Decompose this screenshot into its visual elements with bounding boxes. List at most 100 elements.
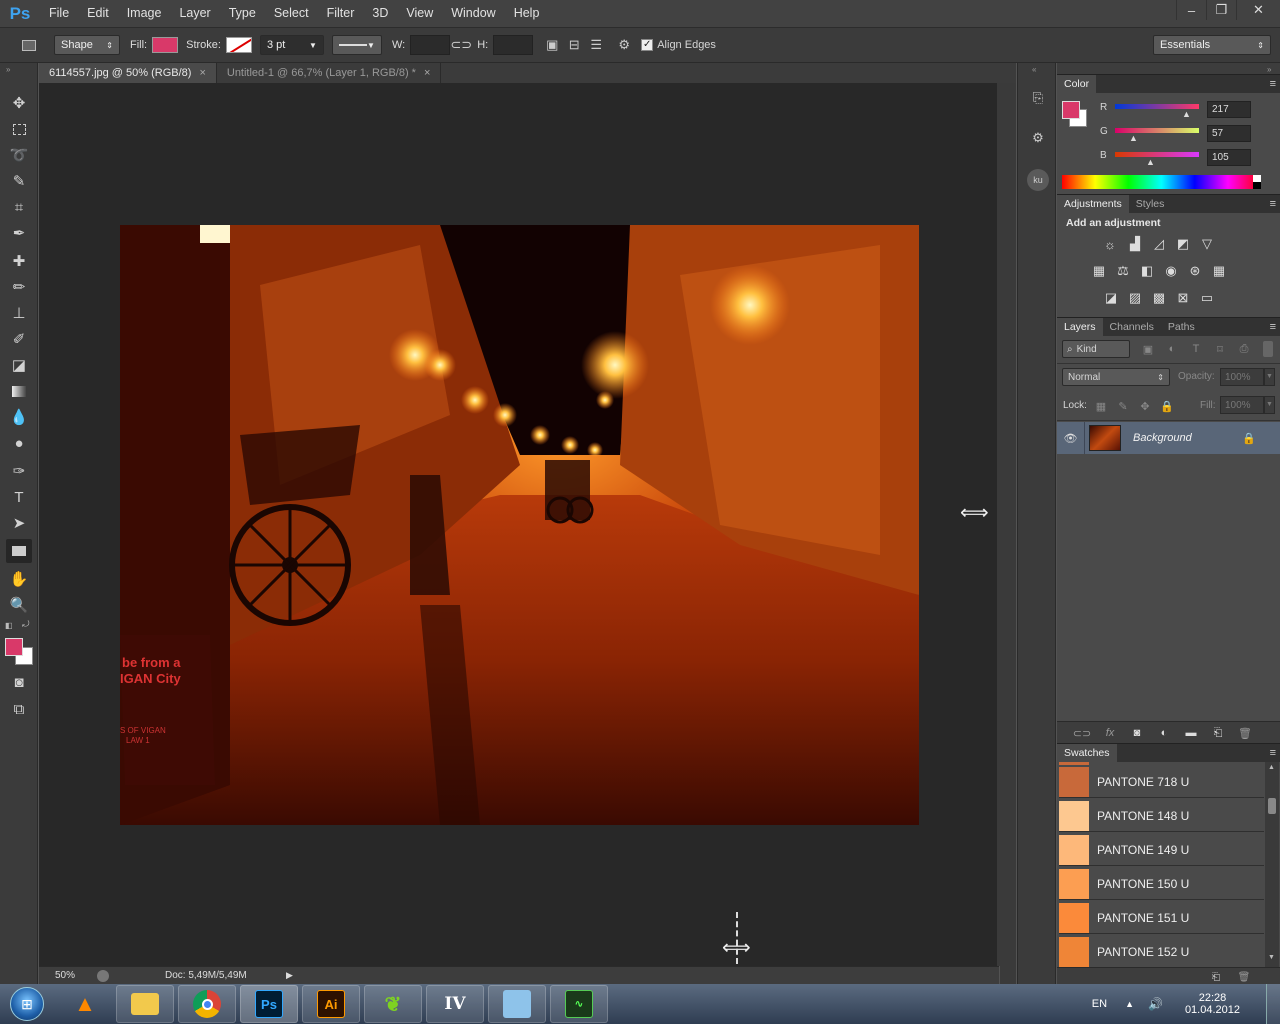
properties-icon[interactable]: ⚙ [1027,127,1049,149]
trash-icon[interactable]: 🗑 [1235,969,1253,985]
posterize-icon[interactable]: ▨ [1126,290,1144,306]
quick-selection-tool-icon[interactable]: ✎ [6,169,32,193]
start-button[interactable]: ⊞ [0,984,54,1024]
workspace-select[interactable]: Essentials ⇕ [1153,35,1271,55]
taskbar-task-manager[interactable]: ∿ [550,985,608,1023]
scroll-up-icon[interactable]: ▲ [1268,764,1275,771]
scrollbar-thumb[interactable] [1268,798,1276,814]
color-balance-icon[interactable]: ⚖ [1114,263,1132,279]
taskbar-app-green[interactable]: ❦ [364,985,422,1023]
scroll-down-icon[interactable]: ▼ [1268,954,1275,961]
tab-channels[interactable]: Channels [1103,318,1161,336]
menu-layer[interactable]: Layer [170,0,219,27]
tab-paths[interactable]: Paths [1161,318,1202,336]
document-image[interactable]: be from a IGAN City S OF VIGAN LAW 1 [120,225,919,825]
crop-tool-icon[interactable]: ⌗ [6,195,32,219]
menu-view[interactable]: View [397,0,442,27]
type-tool-icon[interactable]: T [6,485,32,509]
eye-icon[interactable]: 👁 [1057,422,1085,454]
filter-type-icon[interactable]: T [1187,341,1205,357]
lock-position-icon[interactable]: ✥ [1136,398,1154,414]
filter-shape-icon[interactable]: ⌑ [1211,341,1229,357]
dropdown-arrow-icon[interactable]: ▼ [1264,396,1275,414]
height-input[interactable] [493,35,534,55]
taskbar-explorer[interactable] [116,985,174,1023]
clock[interactable]: 22:28 01.04.2012 [1185,992,1240,1016]
path-arrangement-icon[interactable]: ☰ [585,34,607,56]
menu-select[interactable]: Select [265,0,318,27]
fx-icon[interactable]: fx [1101,725,1119,741]
new-layer-icon[interactable]: ⎗ [1209,725,1227,741]
link-layers-icon[interactable]: ⊂⊃ [1073,725,1091,741]
hue-saturation-icon[interactable]: ▦ [1090,263,1108,279]
rectangle-tool-icon[interactable] [6,539,32,563]
tab-styles[interactable]: Styles [1129,195,1172,213]
show-desktop-button[interactable] [1266,984,1280,1024]
blue-slider-handle[interactable]: ▲ [1146,157,1155,167]
swatch-row[interactable]: PANTONE 149 U [1059,834,1264,866]
gradient-map-icon[interactable]: ▭ [1198,290,1216,306]
lasso-tool-icon[interactable]: ➰ [6,143,32,167]
taskbar-control-panel[interactable] [488,985,546,1023]
menu-window[interactable]: Window [442,0,504,27]
kuler-icon[interactable]: ku [1027,169,1049,191]
blue-slider[interactable] [1115,152,1199,157]
path-alignment-icon[interactable]: ⊟ [563,34,585,56]
filter-pixel-icon[interactable]: ▣ [1139,341,1157,357]
red-slider-handle[interactable]: ▲ [1182,109,1191,119]
add-mask-icon[interactable]: ◙ [1128,725,1146,741]
history-icon[interactable]: ⎘ [1027,87,1049,109]
eyedropper-tool-icon[interactable]: ✒ [6,221,32,245]
tab-adjustments[interactable]: Adjustments [1057,195,1129,213]
selective-color-icon[interactable]: ⊠ [1174,290,1192,306]
marquee-tool-icon[interactable] [6,117,32,141]
collapse-icon[interactable]: » [6,65,10,74]
color-lookup-icon[interactable]: ▦ [1210,263,1228,279]
align-edges-toggle[interactable]: ✓ Align Edges [641,39,716,51]
blend-mode-select[interactable]: Normal ⇕ [1062,368,1170,386]
new-adjustment-icon[interactable]: ◐ [1155,725,1173,741]
taskbar-irfanview[interactable]: IV [426,985,484,1023]
default-colors-icon[interactable]: ◧ [5,621,13,630]
tab-layers[interactable]: Layers [1057,318,1103,336]
link-icon[interactable]: ⊂⊃ [450,34,472,56]
green-slider-handle[interactable]: ▲ [1129,133,1138,143]
tab-swatches[interactable]: Swatches [1057,744,1117,762]
lock-image-icon[interactable]: ✎ [1114,398,1132,414]
filter-smart-object-icon[interactable]: ⎙ [1235,341,1253,357]
history-brush-tool-icon[interactable]: ✐ [6,327,32,351]
stroke-type-select[interactable]: ▼ [331,35,382,55]
swap-colors-icon[interactable]: ⤾ [22,619,30,630]
green-value-input[interactable]: 57 [1207,125,1251,142]
pen-tool-icon[interactable]: ✑ [6,459,32,483]
red-value-input[interactable]: 217 [1207,101,1251,118]
layer-filter-select[interactable]: ⌕ Kind [1062,340,1130,358]
menu-filter[interactable]: Filter [318,0,364,27]
taskbar-illustrator[interactable]: Ai [302,985,360,1023]
screen-mode-icon[interactable]: ⧉ [6,697,32,721]
channel-mixer-icon[interactable]: ⊛ [1186,263,1204,279]
volume-icon[interactable]: 🔊 [1148,997,1163,1011]
align-edges-checkbox[interactable]: ✓ [641,39,654,51]
menu-edit[interactable]: Edit [78,0,118,27]
filter-toggle[interactable] [1263,341,1273,357]
foreground-color-chip[interactable] [1062,101,1080,119]
vibrance-icon[interactable]: ▽ [1198,236,1216,252]
menu-image[interactable]: Image [118,0,171,27]
invert-icon[interactable]: ◪ [1102,290,1120,306]
new-swatch-icon[interactable]: ⎗ [1207,969,1225,985]
fill-color-swatch[interactable] [152,37,179,53]
filter-adjustment-icon[interactable]: ◐ [1163,341,1181,357]
swatch-row[interactable]: PANTONE 151 U [1059,902,1264,934]
path-operations-icon[interactable]: ▣ [541,34,563,56]
panel-menu-icon[interactable]: ≡ [1270,198,1276,210]
brightness-contrast-icon[interactable]: ☼ [1101,236,1119,252]
gradient-tool-icon[interactable] [6,379,32,403]
zoom-level[interactable]: 50% [55,970,95,981]
lock-transparent-icon[interactable]: ▦ [1092,398,1110,414]
black-white-icon[interactable]: ◧ [1138,263,1156,279]
restore-button[interactable]: ❐ [1206,0,1236,20]
swatch-row[interactable]: PANTONE 152 U [1059,936,1264,968]
collapse-panels-icon[interactable]: » [1267,65,1271,74]
close-tab-icon[interactable]: × [199,67,205,79]
